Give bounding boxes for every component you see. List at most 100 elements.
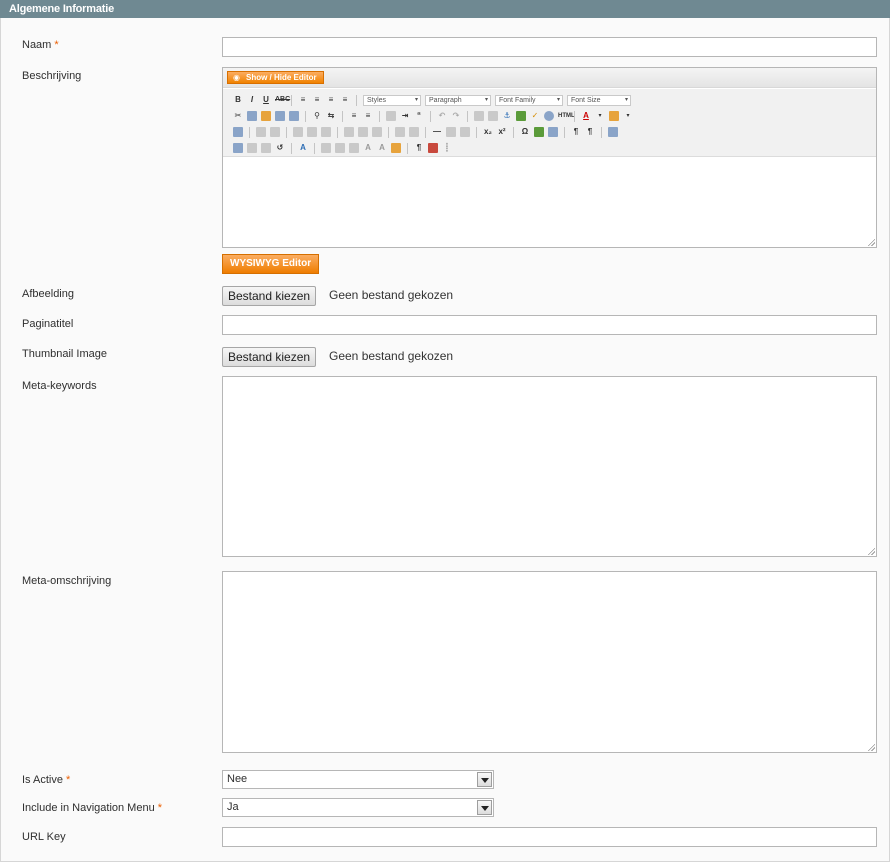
insert-col-before-icon[interactable] xyxy=(344,127,354,137)
blockquote-icon[interactable]: “ xyxy=(414,111,424,121)
align-right-icon[interactable]: ≡ xyxy=(326,95,336,105)
toolbar-row-4: ↺ A A A ¶ ┊ xyxy=(233,141,452,155)
replace-icon[interactable]: ⇆ xyxy=(326,111,336,121)
align-left-icon[interactable]: ≡ xyxy=(298,95,308,105)
ins-icon[interactable]: A xyxy=(377,143,387,153)
url-key-input[interactable] xyxy=(222,827,877,847)
special-char-icon[interactable]: Ω xyxy=(520,127,530,137)
paginatitel-input[interactable] xyxy=(222,315,877,335)
underline-icon[interactable]: U xyxy=(261,95,271,105)
align-justify-icon[interactable]: ≡ xyxy=(340,95,350,105)
font-family-select[interactable]: Font Family ▾ xyxy=(495,94,563,106)
merge-cells-icon[interactable] xyxy=(409,127,419,137)
paste-text-icon[interactable] xyxy=(275,111,285,121)
outdent-icon[interactable] xyxy=(386,111,396,121)
editor-header: ◉ Show / Hide Editor xyxy=(223,68,876,88)
meta-omschrijving-label: Meta-omschrijving xyxy=(22,575,112,587)
horizontal-line-icon[interactable] xyxy=(548,127,558,137)
row-props-icon[interactable] xyxy=(256,127,266,137)
pagebreak-icon[interactable]: ┊ xyxy=(442,143,452,153)
resize-handle[interactable] xyxy=(867,238,875,246)
is-active-label: Is Active * xyxy=(22,774,71,786)
dropdown-arrow-icon[interactable]: ▾ xyxy=(623,111,633,121)
url-key-label: URL Key xyxy=(22,831,66,843)
html-icon[interactable]: HTML xyxy=(558,111,575,121)
meta-omschrijving-textarea[interactable] xyxy=(222,571,877,753)
dropdown-arrow-icon[interactable]: ▾ xyxy=(595,111,605,121)
media-icon[interactable] xyxy=(534,127,544,137)
resize-handle[interactable] xyxy=(867,547,875,555)
thumbnail-file-button[interactable]: Bestand kiezen xyxy=(222,347,317,367)
insert-col-after-icon[interactable] xyxy=(358,127,368,137)
anchor-icon[interactable]: ⚓ xyxy=(502,111,512,121)
paste-word-icon[interactable] xyxy=(289,111,299,121)
superscript-icon[interactable]: x² xyxy=(497,127,507,137)
bold-icon[interactable]: B xyxy=(233,95,243,105)
insert-row-before-icon[interactable] xyxy=(293,127,303,137)
meta-keywords-textarea[interactable] xyxy=(222,376,877,557)
attribs-icon[interactable] xyxy=(391,143,401,153)
styles-select[interactable]: Styles ▾ xyxy=(363,94,421,106)
delete-row-icon[interactable] xyxy=(321,127,331,137)
paste-icon[interactable] xyxy=(261,111,271,121)
resize-handle[interactable] xyxy=(867,743,875,751)
absolute-icon[interactable]: ↺ xyxy=(275,143,285,153)
nav-menu-select[interactable]: Ja xyxy=(222,798,494,817)
naam-input[interactable] xyxy=(222,37,877,57)
non-breaking-icon[interactable] xyxy=(428,143,438,153)
chevron-down-icon[interactable] xyxy=(477,800,492,815)
help-icon[interactable] xyxy=(544,111,554,121)
link-icon[interactable] xyxy=(474,111,484,121)
description-editor[interactable]: ◉ Show / Hide Editor B I U ABC ≡ ≡ ≡ ≡ St… xyxy=(222,67,877,248)
horizontal-rule-icon[interactable]: — xyxy=(432,127,442,137)
acronym-icon[interactable] xyxy=(349,143,359,153)
ltr-icon[interactable]: ¶ xyxy=(571,127,581,137)
unlink-icon[interactable] xyxy=(488,111,498,121)
numbered-list-icon[interactable]: ≡ xyxy=(363,111,373,121)
redo-icon[interactable]: ↷ xyxy=(451,111,461,121)
background-color-icon[interactable] xyxy=(609,111,619,121)
insert-layer-icon[interactable] xyxy=(233,143,243,153)
subscript-icon[interactable]: x₂ xyxy=(483,127,493,137)
font-size-select[interactable]: Font Size ▾ xyxy=(567,94,631,106)
text-color-icon[interactable]: A xyxy=(581,111,591,121)
meta-keywords-label: Meta-keywords xyxy=(22,380,97,392)
visual-chars-icon[interactable]: ¶ xyxy=(414,143,424,153)
strikethrough-icon[interactable]: ABC xyxy=(275,95,290,105)
move-forward-icon[interactable] xyxy=(247,143,257,153)
italic-icon[interactable]: I xyxy=(247,95,257,105)
cite-icon[interactable] xyxy=(321,143,331,153)
copy-icon[interactable] xyxy=(247,111,257,121)
dropdown-arrow-icon: ▾ xyxy=(556,96,560,103)
chevron-down-icon[interactable] xyxy=(477,772,492,787)
paragraph-select[interactable]: Paragraph ▾ xyxy=(425,94,491,106)
move-backward-icon[interactable] xyxy=(261,143,271,153)
thumbnail-label: Thumbnail Image xyxy=(22,348,107,360)
fullscreen-icon[interactable] xyxy=(608,127,618,137)
abbr-icon[interactable] xyxy=(335,143,345,153)
dropdown-arrow-icon: ▾ xyxy=(414,96,418,103)
is-active-select[interactable]: Nee xyxy=(222,770,494,789)
wysiwyg-editor-button[interactable]: WYSIWYG Editor xyxy=(222,254,320,274)
show-hide-editor-button[interactable]: ◉ Show / Hide Editor xyxy=(227,71,324,84)
cut-icon[interactable]: ✂ xyxy=(233,111,243,121)
delete-col-icon[interactable] xyxy=(372,127,382,137)
visual-aid-icon[interactable] xyxy=(460,127,470,137)
align-center-icon[interactable]: ≡ xyxy=(312,95,322,105)
del-icon[interactable]: A xyxy=(363,143,373,153)
cleanup-icon[interactable]: ✓ xyxy=(530,111,540,121)
styleprops-icon[interactable]: A xyxy=(298,143,308,153)
undo-icon[interactable]: ↶ xyxy=(437,111,447,121)
indent-icon[interactable]: ⇥ xyxy=(400,111,410,121)
cell-props-icon[interactable] xyxy=(270,127,280,137)
find-icon[interactable]: ⚲ xyxy=(312,111,322,121)
bullet-list-icon[interactable]: ≡ xyxy=(349,111,359,121)
rtl-icon[interactable]: ¶ xyxy=(585,127,595,137)
remove-format-icon[interactable] xyxy=(446,127,456,137)
afbeelding-file-button[interactable]: Bestand kiezen xyxy=(222,286,317,306)
insert-row-after-icon[interactable] xyxy=(307,127,317,137)
table-icon[interactable] xyxy=(233,127,243,137)
eye-icon: ◉ xyxy=(233,73,240,82)
image-icon[interactable] xyxy=(516,111,526,121)
split-cells-icon[interactable] xyxy=(395,127,405,137)
